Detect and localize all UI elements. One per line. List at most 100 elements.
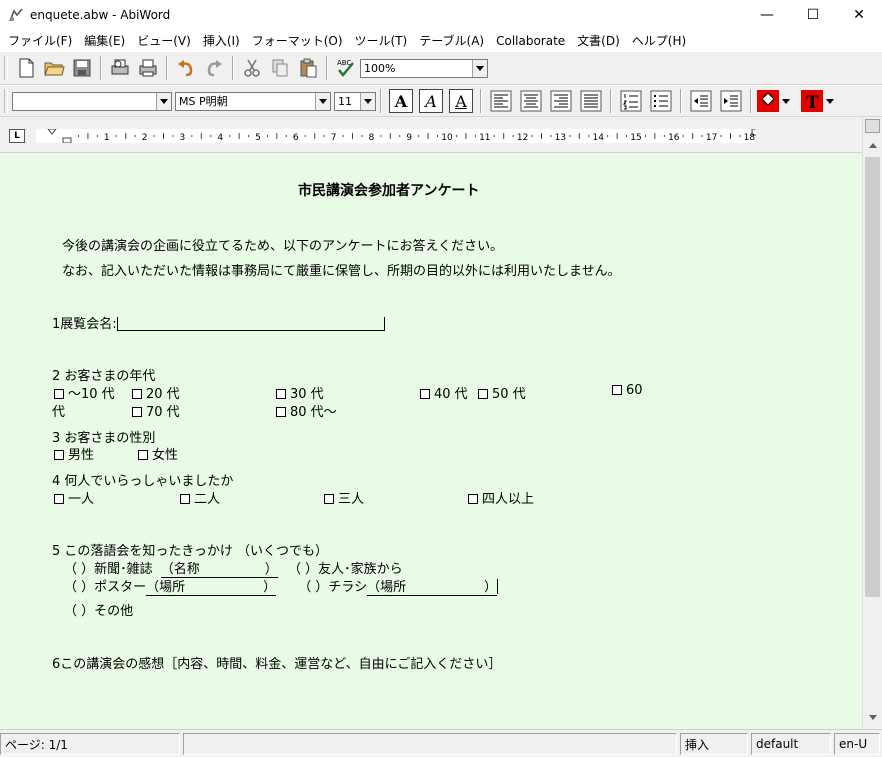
checkbox[interactable]: [180, 494, 190, 504]
age-option-4[interactable]: 40 代: [420, 383, 468, 402]
paste-button[interactable]: [294, 54, 322, 82]
new-document-button[interactable]: [12, 54, 40, 82]
document-canvas[interactable]: 市民講演会参加者アンケート 今後の講演会の企画に役立てるため、以下のアンケートに…: [0, 153, 862, 729]
font-size-dropdown-arrow[interactable]: [360, 92, 375, 110]
age-option-2[interactable]: 20 代: [132, 383, 180, 402]
checkbox[interactable]: [276, 389, 286, 399]
print-preview-button[interactable]: [106, 54, 134, 82]
italic-button[interactable]: A: [419, 89, 443, 113]
menu-file[interactable]: ファイル(F): [2, 32, 78, 49]
checkbox[interactable]: [132, 407, 142, 417]
abiword-app-icon: [9, 8, 23, 22]
print-button[interactable]: [134, 54, 162, 82]
text-color-dropdown[interactable]: [824, 89, 836, 113]
menu-insert[interactable]: 挿入(I): [197, 32, 246, 49]
bold-button[interactable]: A: [389, 89, 413, 113]
vertical-scrollbar[interactable]: [862, 117, 882, 729]
source-flyer[interactable]: （ ）チラシ: [298, 580, 367, 595]
menu-collaborate[interactable]: Collaborate: [490, 34, 571, 48]
age-option-1[interactable]: ～10 代: [54, 383, 115, 402]
redo-button[interactable]: [200, 54, 228, 82]
gender-option-female[interactable]: 女性: [138, 444, 178, 463]
first-line-indent-marker[interactable]: [47, 129, 57, 135]
style-dropdown-arrow[interactable]: [156, 92, 171, 110]
checkbox[interactable]: [478, 389, 488, 399]
checkbox[interactable]: [276, 407, 286, 417]
age-option-7[interactable]: 70 代: [132, 401, 180, 420]
tab-stop-selector[interactable]: L: [9, 129, 25, 143]
checkbox[interactable]: [324, 494, 334, 504]
font-dropdown-arrow[interactable]: [315, 92, 330, 110]
checkbox[interactable]: [54, 450, 64, 460]
spell-check-button[interactable]: ABC: [332, 54, 360, 82]
decrease-indent-button[interactable]: [689, 89, 713, 113]
checkbox[interactable]: [132, 389, 142, 399]
checkbox[interactable]: [420, 389, 430, 399]
checkbox[interactable]: [54, 389, 64, 399]
source-newspaper-name-blank[interactable]: （名称 ）: [160, 558, 278, 578]
close-button[interactable]: ✕: [836, 0, 882, 30]
party-option-3[interactable]: 三人: [324, 488, 364, 507]
gender-option-male[interactable]: 男性: [54, 444, 94, 463]
toolbar-grip[interactable]: [4, 89, 8, 113]
toolbar-grip[interactable]: [4, 56, 8, 80]
checkbox[interactable]: [612, 385, 622, 395]
exhibition-name-blank[interactable]: [116, 317, 385, 331]
source-poster-place-blank[interactable]: （場所 ）: [146, 576, 277, 596]
menu-help[interactable]: ヘルプ(H): [626, 32, 692, 49]
checkbox[interactable]: [54, 494, 64, 504]
menu-table[interactable]: テーブル(A): [413, 32, 490, 49]
align-right-button[interactable]: [549, 89, 573, 113]
scroll-up-arrow-icon[interactable]: [863, 137, 882, 154]
menu-tools[interactable]: ツール(T): [349, 32, 414, 49]
font-select[interactable]: MS P明朝: [175, 91, 331, 111]
menu-view[interactable]: ビュー(V): [131, 32, 197, 49]
age-option-3[interactable]: 30 代: [276, 383, 324, 402]
justify-button[interactable]: [579, 89, 603, 113]
age-option-8[interactable]: 80 代～: [276, 401, 337, 420]
align-center-button[interactable]: [519, 89, 543, 113]
scrollbar-thumb[interactable]: [865, 157, 880, 597]
source-friends[interactable]: （ ）友人･家族から: [288, 562, 403, 577]
open-button[interactable]: [40, 54, 68, 82]
menu-document[interactable]: 文書(D): [571, 32, 626, 49]
checkbox[interactable]: [468, 494, 478, 504]
highlight-color-dropdown[interactable]: [780, 89, 792, 113]
numbered-list-button[interactable]: [619, 89, 643, 113]
menu-format[interactable]: フォーマット(O): [246, 32, 349, 49]
party-option-1[interactable]: 一人: [54, 488, 94, 507]
source-newspaper[interactable]: （ ）新聞･雑誌: [64, 562, 153, 577]
cut-button[interactable]: [238, 54, 266, 82]
minimize-button[interactable]: —: [744, 0, 790, 30]
ruler-number: 14: [592, 133, 604, 143]
source-flyer-place-blank[interactable]: （場所 ）: [367, 576, 498, 596]
age-option-5[interactable]: 50 代: [478, 383, 526, 402]
highlight-color-button[interactable]: [756, 89, 780, 113]
align-left-button[interactable]: [489, 89, 513, 113]
style-select[interactable]: [12, 91, 172, 111]
increase-indent-button[interactable]: [719, 89, 743, 113]
checkbox[interactable]: [138, 450, 148, 460]
zoom-dropdown-arrow[interactable]: [472, 59, 487, 77]
bullet-list-button[interactable]: [649, 89, 673, 113]
party-option-4[interactable]: 四人以上: [468, 488, 534, 507]
party-option-2[interactable]: 二人: [180, 488, 220, 507]
copy-button[interactable]: [266, 54, 294, 82]
source-other[interactable]: （ ）その他: [64, 600, 133, 619]
source-poster[interactable]: （ ）ポスター: [64, 580, 146, 595]
zoom-select[interactable]: 100%: [360, 58, 488, 78]
left-indent-marker[interactable]: [62, 137, 72, 143]
text-color-button[interactable]: T: [800, 89, 824, 113]
undo-button[interactable]: [172, 54, 200, 82]
menu-edit[interactable]: 編集(E): [78, 32, 131, 49]
age-option-6[interactable]: 60: [612, 383, 643, 398]
maximize-button[interactable]: ☐: [790, 0, 836, 30]
align-left-icon: [490, 90, 512, 112]
underline-button[interactable]: A: [449, 89, 473, 113]
font-size-select[interactable]: 11: [334, 91, 376, 111]
question-4: 4 何人でいらっしゃいましたか: [52, 474, 234, 489]
scroll-down-arrow-icon[interactable]: [863, 709, 882, 726]
scrollbar-split-box[interactable]: [865, 119, 880, 133]
ruler-number: 6: [293, 133, 299, 143]
save-button[interactable]: [68, 54, 96, 82]
